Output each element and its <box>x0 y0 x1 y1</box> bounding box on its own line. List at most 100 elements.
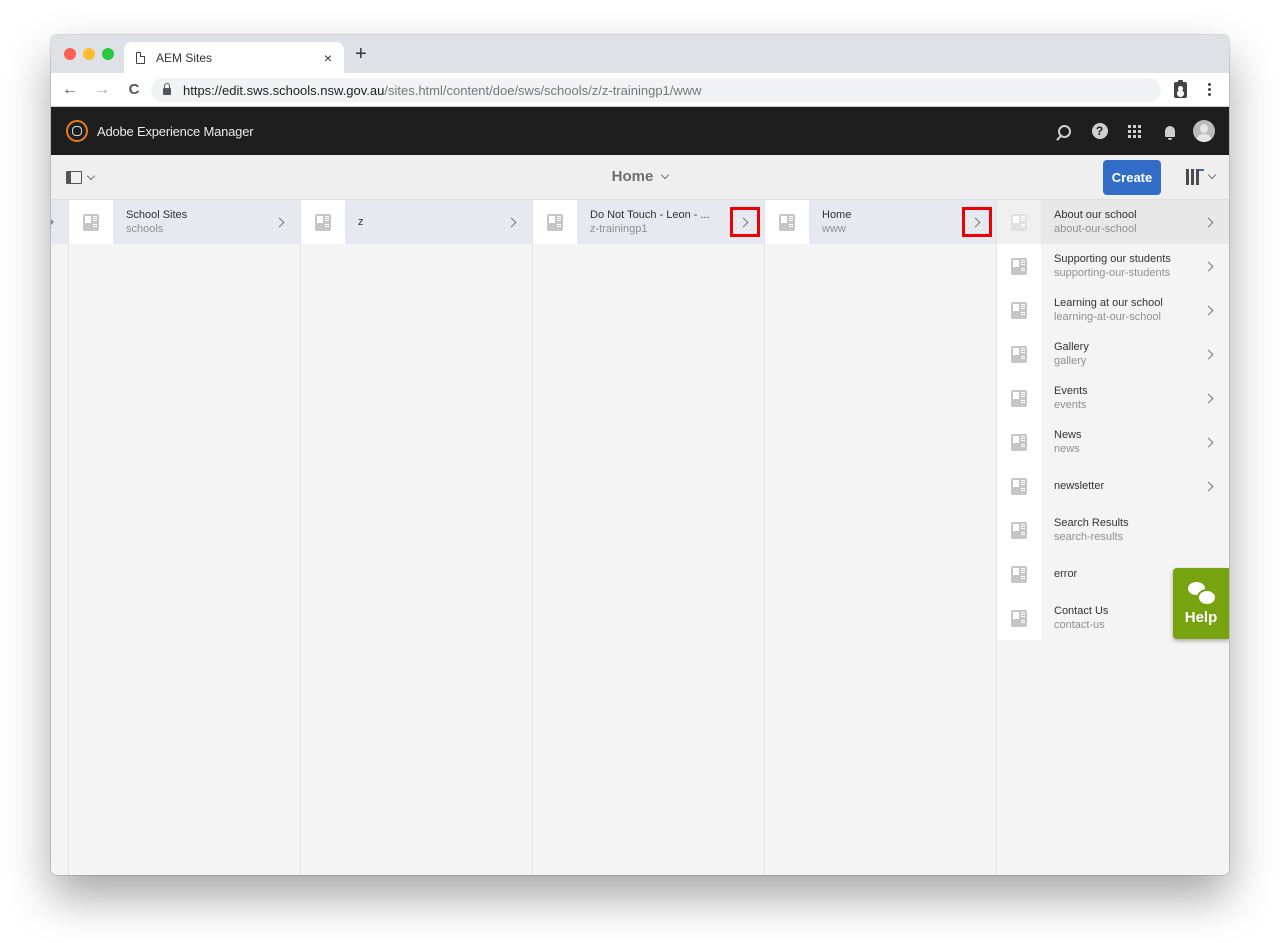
item-thumbnail[interactable] <box>997 376 1041 420</box>
column-item[interactable]: z <box>301 200 532 244</box>
chevron-right-icon[interactable] <box>1194 338 1226 370</box>
url-input[interactable]: https://edit.sws.schools.nsw.gov.au/site… <box>151 78 1161 102</box>
help-button[interactable]: ? <box>1082 119 1117 143</box>
chat-bubbles-icon <box>1187 581 1217 606</box>
search-button[interactable] <box>1047 119 1082 143</box>
search-icon <box>1058 124 1071 138</box>
page-icon <box>1011 477 1027 495</box>
column-item[interactable]: Do Not Touch - Leon - ... z-trainingp1 <box>533 200 764 244</box>
page-icon <box>1011 609 1027 627</box>
column-item[interactable]: School Sites schools <box>69 200 300 244</box>
reload-button[interactable]: C <box>121 81 147 98</box>
help-widget-button[interactable]: Help <box>1173 568 1229 639</box>
page-icon <box>1011 257 1027 275</box>
item-thumbnail[interactable] <box>997 200 1041 244</box>
column-item[interactable]: newsletter <box>997 464 1229 508</box>
item-labels: Gallery gallery <box>1041 340 1194 368</box>
user-avatar[interactable] <box>1193 120 1215 142</box>
tab-close-icon[interactable]: × <box>324 50 332 66</box>
item-thumbnail[interactable] <box>997 552 1041 596</box>
chevron-right-icon[interactable] <box>497 206 529 238</box>
item-thumbnail[interactable] <box>997 288 1041 332</box>
item-title: newsletter <box>1054 480 1105 492</box>
app-title: Adobe Experience Manager <box>97 123 254 139</box>
browser-menu-icon[interactable] <box>1208 83 1211 86</box>
column-4: Home www <box>765 200 997 875</box>
column-item[interactable]: Supporting our students supporting-our-st… <box>997 244 1229 288</box>
item-thumbnail[interactable] <box>301 200 345 244</box>
page-title-label: Home <box>611 168 654 185</box>
chevron-right-icon[interactable] <box>962 207 992 237</box>
back-button[interactable]: ← <box>57 81 83 99</box>
chevron-right-icon[interactable] <box>1194 426 1226 458</box>
chevron-down-icon <box>661 170 670 179</box>
item-thumbnail[interactable] <box>69 200 113 244</box>
column-5: About our school about-our-school Supporti… <box>997 200 1229 875</box>
column-3: Do Not Touch - Leon - ... z-trainingp1 <box>533 200 765 875</box>
item-labels: Home www <box>809 208 962 236</box>
item-labels: School Sites schools <box>113 208 265 236</box>
column-item[interactable]: Learning at our school learning-at-our-sc… <box>997 288 1229 332</box>
item-labels: Do Not Touch - Leon - ... z-trainingp1 <box>577 208 730 236</box>
column-1: School Sites schools <box>69 200 301 875</box>
item-thumbnail[interactable] <box>997 464 1041 508</box>
item-thumbnail[interactable] <box>997 508 1041 552</box>
chevron-down-icon <box>1207 170 1217 180</box>
forward-button[interactable]: → <box>89 81 115 99</box>
item-thumbnail[interactable] <box>997 244 1041 288</box>
chevron-right-icon[interactable] <box>1194 382 1226 414</box>
item-title: School Sites <box>126 209 188 221</box>
page-icon <box>1011 389 1027 407</box>
aem-logo-icon[interactable] <box>66 120 88 142</box>
maximize-window-button[interactable] <box>102 48 114 60</box>
action-bar: Home Create <box>51 155 1229 200</box>
chevron-right-icon[interactable] <box>1194 470 1226 502</box>
new-tab-button[interactable]: + <box>355 44 367 64</box>
page-icon <box>1011 301 1027 319</box>
browser-tab[interactable]: AEM Sites × <box>124 42 344 73</box>
item-name: about-our-school <box>1054 223 1137 235</box>
create-button[interactable]: Create <box>1103 160 1161 195</box>
item-thumbnail[interactable] <box>997 596 1041 640</box>
page-icon <box>83 213 99 231</box>
item-labels: z <box>345 215 497 229</box>
close-window-button[interactable] <box>64 48 76 60</box>
notifications-button[interactable] <box>1152 119 1187 143</box>
tab-title: AEM Sites <box>156 50 213 65</box>
column-item[interactable]: Home www <box>765 200 996 244</box>
item-name: z-trainingp1 <box>590 223 648 235</box>
bell-icon <box>1164 125 1175 140</box>
view-switcher[interactable] <box>1186 169 1217 185</box>
item-name: gallery <box>1054 355 1087 367</box>
chevron-right-icon[interactable] <box>1194 206 1226 238</box>
chevron-right-icon[interactable] <box>265 206 297 238</box>
minimize-window-button[interactable] <box>83 48 95 60</box>
item-name: learning-at-our-school <box>1054 311 1161 323</box>
page-icon <box>1011 213 1027 231</box>
chevron-right-icon[interactable] <box>730 207 760 237</box>
column-item[interactable]: Gallery gallery <box>997 332 1229 376</box>
item-name: news <box>1054 443 1080 455</box>
solutions-button[interactable] <box>1117 119 1152 143</box>
item-title: Home <box>822 209 852 221</box>
item-thumbnail[interactable] <box>997 420 1041 464</box>
item-thumbnail[interactable] <box>533 200 577 244</box>
item-name: www <box>822 223 846 235</box>
item-thumbnail[interactable] <box>765 200 809 244</box>
chevron-right-icon[interactable] <box>1194 250 1226 282</box>
item-labels: Search Results search-results <box>1041 516 1229 544</box>
column-item[interactable]: Search Results search-results <box>997 508 1229 552</box>
column-item[interactable]: About our school about-our-school <box>997 200 1229 244</box>
page-title[interactable]: Home <box>51 168 1229 185</box>
column-view: School Sites schools z Do Not Touch - Leo… <box>51 200 1229 875</box>
column-item[interactable]: News news <box>997 420 1229 464</box>
url-path: /sites.html/content/doe/sws/schools/z/z-… <box>384 82 702 98</box>
item-thumbnail[interactable] <box>997 332 1041 376</box>
column-item[interactable]: Events events <box>997 376 1229 420</box>
chevron-right-icon[interactable] <box>1194 294 1226 326</box>
profile-badge-icon[interactable] <box>1174 80 1187 98</box>
collapsed-column[interactable] <box>51 200 69 875</box>
page-icon <box>779 213 795 231</box>
aem-header: Adobe Experience Manager ? <box>51 107 1229 155</box>
item-labels: About our school about-our-school <box>1041 208 1194 236</box>
